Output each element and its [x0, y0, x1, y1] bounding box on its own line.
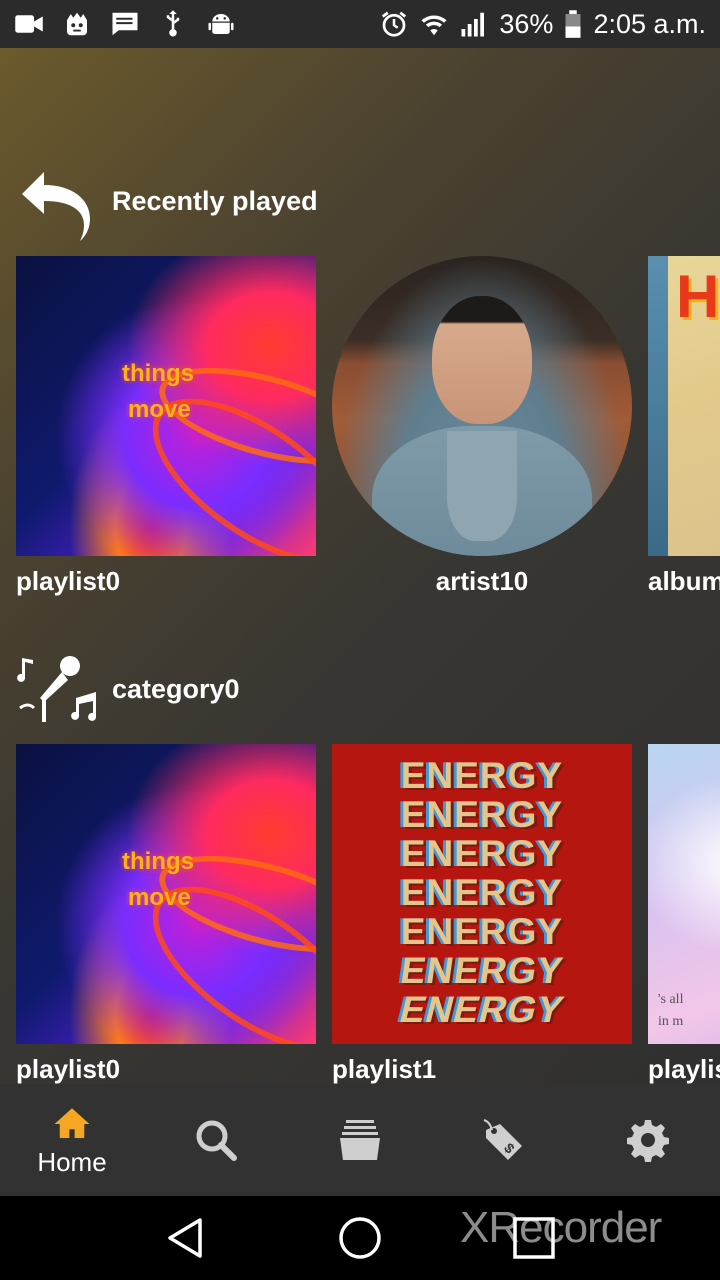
signal-icon: [459, 9, 489, 39]
artist-card[interactable]: artist10: [332, 256, 632, 597]
playlist-card[interactable]: things move playlist0: [16, 256, 316, 597]
section-header-recently-played: Recently played: [16, 160, 318, 242]
nav-library[interactable]: [288, 1084, 432, 1196]
video-camera-icon: [14, 9, 44, 39]
artwork-text: ENERGY: [400, 872, 564, 913]
artwork-text: in m: [658, 1014, 684, 1029]
nav-label: Home: [37, 1146, 107, 1177]
status-bar: 36% 2:05 a.m.: [0, 0, 720, 48]
artwork-text: H: [676, 263, 720, 330]
pastel-artwork[interactable]: 's all in m: [648, 744, 720, 1044]
album-card[interactable]: H album: [648, 256, 720, 597]
album-artwork[interactable]: H: [648, 256, 720, 556]
music-microphone-icon: [16, 648, 98, 730]
artwork-text: move: [128, 396, 191, 423]
card-label[interactable]: artist10: [332, 566, 632, 597]
history-undo-icon: [16, 160, 98, 242]
nav-settings[interactable]: [576, 1084, 720, 1196]
battery-icon: [563, 9, 583, 39]
card-label[interactable]: album: [648, 566, 720, 597]
home-icon: [54, 1107, 90, 1138]
artwork-text: move: [128, 884, 191, 911]
card-label[interactable]: playlist0: [16, 1054, 316, 1084]
settings-gear-icon: [627, 1120, 669, 1162]
section-title: Recently played: [112, 185, 318, 216]
things-move-artwork[interactable]: things move: [16, 744, 316, 1044]
card-label[interactable]: playlis: [648, 1054, 720, 1084]
playlist-card[interactable]: things move playlist0: [16, 744, 316, 1084]
things-move-artwork[interactable]: things move: [16, 256, 316, 556]
wifi-icon: [419, 9, 449, 39]
back-icon[interactable]: [162, 1214, 210, 1262]
bottom-nav: Home $: [0, 1084, 720, 1196]
artwork-text: 's all: [658, 992, 684, 1007]
android-icon: [206, 9, 236, 39]
artwork-text: things: [122, 360, 194, 387]
price-tag-icon: $: [483, 1119, 522, 1160]
energy-artwork[interactable]: ENERGY ENERGY ENERGY ENERGY ENERGY ENERG…: [332, 744, 632, 1044]
artist-portrait[interactable]: [332, 256, 632, 556]
nav-search[interactable]: [144, 1084, 288, 1196]
artwork-text: ENERGY: [400, 794, 564, 835]
alarm-icon: [379, 9, 409, 39]
playlist-card[interactable]: 's all in m playlis: [648, 744, 720, 1084]
nav-store[interactable]: $: [432, 1084, 576, 1196]
category0-row[interactable]: things move playlist0 ENERGY ENERGY ENER…: [16, 744, 720, 1084]
artwork-text: ENERGY: [400, 755, 564, 796]
home-circle-icon[interactable]: [336, 1214, 384, 1262]
home-content[interactable]: Recently played things move playlist0 ar…: [0, 48, 720, 1084]
search-icon: [196, 1120, 237, 1161]
recorder-watermark: XRecorder: [460, 1203, 662, 1252]
library-stack-icon: [340, 1120, 380, 1160]
section-header-category0: category0: [16, 648, 240, 730]
artwork-text: ENERGY: [395, 989, 569, 1030]
artwork-text: ENERGY: [400, 833, 564, 874]
artwork-text: things: [122, 848, 194, 875]
usb-icon: [158, 9, 188, 39]
card-label[interactable]: playlist1: [332, 1054, 632, 1084]
message-icon: [110, 9, 140, 39]
card-label[interactable]: playlist0: [16, 566, 316, 597]
clock-time: 2:05 a.m.: [593, 8, 706, 39]
recently-played-row[interactable]: things move playlist0 artist10 H album: [16, 256, 720, 597]
playlist-card[interactable]: ENERGY ENERGY ENERGY ENERGY ENERGY ENERG…: [332, 744, 632, 1084]
artwork-text: ENERGY: [397, 950, 567, 991]
section-title: category0: [112, 673, 240, 704]
face-icon: [62, 9, 92, 39]
artwork-text: ENERGY: [400, 911, 564, 952]
battery-percent: 36%: [499, 8, 554, 39]
nav-home[interactable]: Home: [0, 1084, 144, 1196]
